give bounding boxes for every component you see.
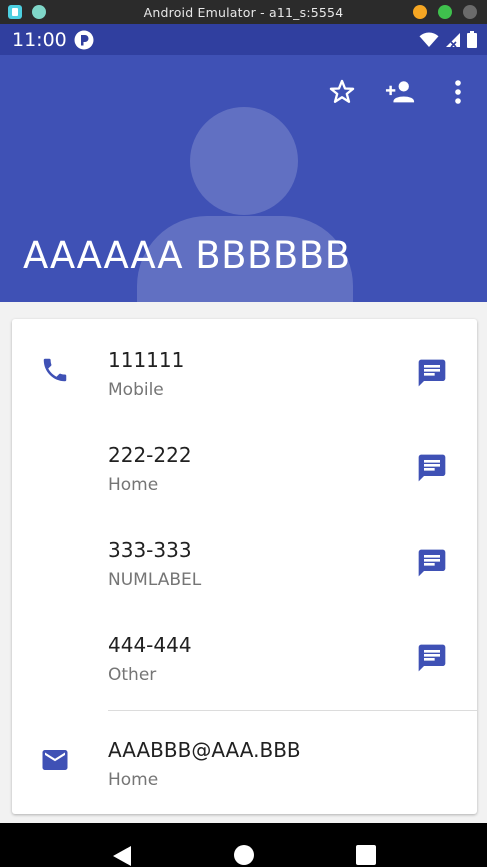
- window-title: Android Emulator - a11_s:5554: [143, 4, 344, 20]
- phone-entry-other[interactable]: 444-444 Other: [12, 604, 477, 699]
- message-icon[interactable]: [416, 452, 448, 484]
- message-icon[interactable]: [416, 642, 448, 674]
- add-contact-button[interactable]: [385, 77, 415, 107]
- phone-number: 333-333: [108, 538, 192, 562]
- avatar-placeholder-head: [190, 107, 298, 215]
- recents-button[interactable]: [356, 845, 376, 865]
- phone-label: Mobile: [108, 380, 164, 400]
- phone-entry-numlabel[interactable]: 333-333 NUMLABEL: [12, 509, 477, 604]
- contact-name: AAAAAA BBBBBB: [23, 234, 351, 277]
- phone-entry-home[interactable]: 222-222 Home: [12, 414, 477, 509]
- phone-icon: [43, 358, 67, 382]
- more-options-button[interactable]: [443, 77, 473, 107]
- email-address: AAABBB@AAA.BBB: [108, 738, 301, 762]
- email-label: Home: [108, 770, 159, 790]
- add-contact-icon: [385, 81, 415, 103]
- emulator-status-icon: [32, 5, 46, 19]
- contact-details-card: 111111 Mobile 222-222 Home 333-333 NUMLA…: [12, 319, 477, 814]
- status-time: 11:00: [12, 29, 67, 51]
- contact-header: AAAAAA BBBBBB: [0, 55, 487, 302]
- emulator-title-bar: Android Emulator - a11_s:5554: [0, 0, 487, 24]
- minimize-button[interactable]: [413, 5, 427, 19]
- contact-details-area: 111111 Mobile 222-222 Home 333-333 NUMLA…: [0, 302, 487, 823]
- back-button[interactable]: [112, 845, 132, 867]
- app-notification-icon: [74, 30, 94, 50]
- battery-icon: [467, 31, 477, 48]
- home-button[interactable]: [234, 845, 254, 865]
- navigation-bar: [0, 823, 487, 867]
- message-icon[interactable]: [416, 357, 448, 389]
- phone-number: 222-222: [108, 443, 192, 467]
- emulator-app-icon: [8, 5, 22, 19]
- phone-label: NUMLABEL: [108, 570, 202, 590]
- phone-entry-mobile[interactable]: 111111 Mobile: [12, 319, 477, 414]
- wifi-icon: [419, 31, 439, 47]
- close-button[interactable]: [463, 5, 477, 19]
- email-icon: [42, 750, 68, 770]
- message-icon[interactable]: [416, 547, 448, 579]
- favorite-button[interactable]: [327, 77, 357, 107]
- cellular-signal-icon: [446, 32, 460, 48]
- maximize-button[interactable]: [438, 5, 452, 19]
- phone-label: Other: [108, 665, 157, 685]
- more-options-icon: [455, 80, 461, 104]
- phone-number: 111111: [108, 348, 185, 372]
- phone-number: 444-444: [108, 633, 192, 657]
- favorite-star-icon: [329, 79, 355, 103]
- email-entry-home[interactable]: AAABBB@AAA.BBB Home: [12, 709, 477, 804]
- status-bar: 11:00: [0, 24, 487, 55]
- phone-label: Home: [108, 475, 159, 495]
